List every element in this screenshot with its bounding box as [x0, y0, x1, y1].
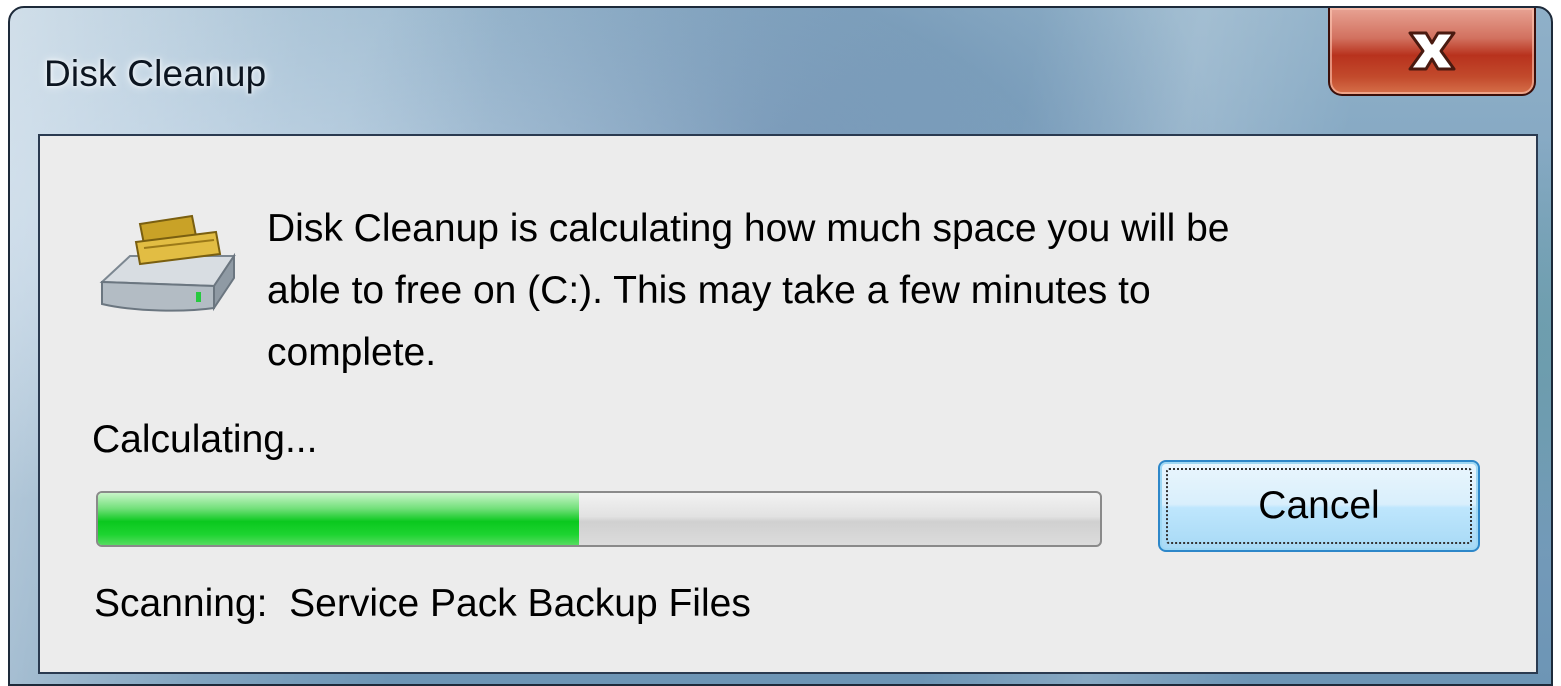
message-line: complete. — [267, 331, 437, 374]
message-line: Disk Cleanup is calculating how much spa… — [267, 207, 1230, 250]
scan-item: Service Pack Backup Files — [289, 582, 751, 625]
cancel-button[interactable]: Cancel — [1158, 460, 1480, 552]
progress-fill — [98, 493, 579, 545]
dialog-body: Disk Cleanup is calculating how much spa… — [38, 134, 1538, 674]
scan-status: Scanning: Service Pack Backup Files — [94, 582, 751, 626]
dialog-message: Disk Cleanup is calculating how much spa… — [267, 198, 1467, 384]
disk-cleanup-window: Disk Cleanup Disk Cleanup is calculating… — [8, 6, 1553, 686]
scan-prefix: Scanning: — [94, 582, 268, 625]
message-line: able to free on (C:). This may take a fe… — [267, 269, 1151, 312]
progress-bar — [96, 491, 1102, 547]
window-title: Disk Cleanup — [44, 53, 267, 94]
status-label: Calculating... — [92, 418, 318, 461]
close-x-icon — [1396, 25, 1468, 77]
close-button[interactable] — [1328, 8, 1536, 96]
disk-cleanup-drive-icon — [96, 204, 246, 324]
